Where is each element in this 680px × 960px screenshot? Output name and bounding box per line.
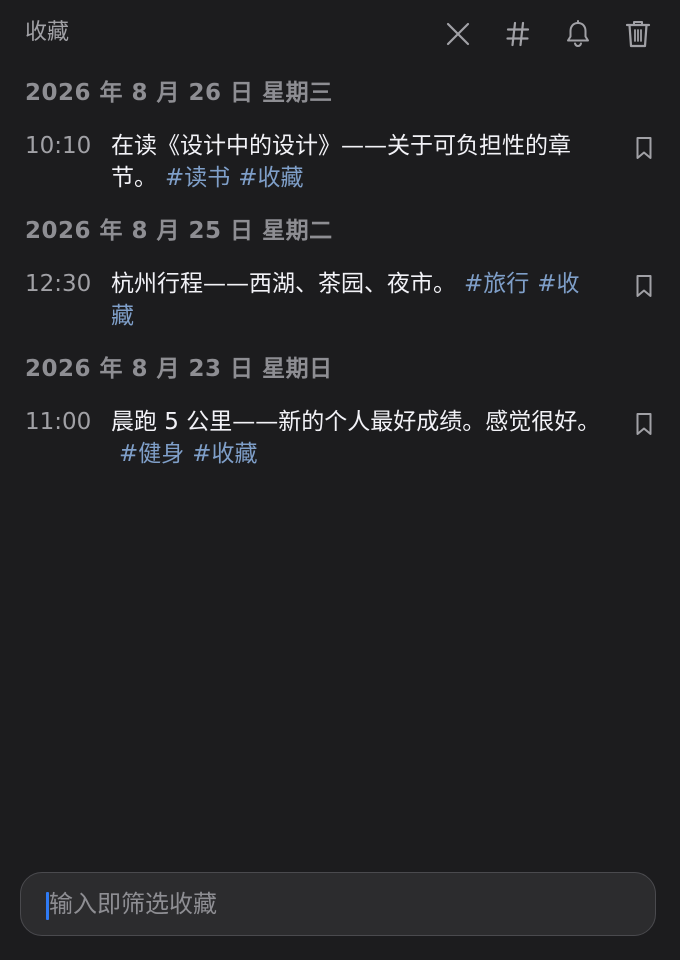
favorites-list: 2026 年 8 月 26 日 星期三 10:10 在读《设计中的设计》——关于… <box>0 72 680 486</box>
entry-time: 12:30 <box>25 271 92 297</box>
bookmark-button[interactable] <box>632 410 656 438</box>
tags-button[interactable] <box>500 16 536 52</box>
entry-time: 10:10 <box>25 133 92 159</box>
bookmark-button[interactable] <box>632 272 656 300</box>
entry-text: 杭州行程——西湖、茶园、夜市。 #旅行 #收藏 <box>111 268 601 332</box>
day-group: 2026 年 8 月 23 日 星期日 11:00 晨跑 5 公里——新的个人最… <box>0 348 680 486</box>
close-icon <box>446 22 470 46</box>
bookmark-button[interactable] <box>632 134 656 162</box>
entry-text: 晨跑 5 公里——新的个人最好成绩。感觉很好。 #健身 #收藏 <box>111 406 601 470</box>
day-group: 2026 年 8 月 25 日 星期二 12:30 杭州行程——西湖、茶园、夜市… <box>0 210 680 348</box>
tag-link[interactable]: #读书 <box>165 165 230 191</box>
tag-link[interactable]: #健身 <box>119 441 184 467</box>
entry-content: 晨跑 5 公里——新的个人最好成绩。感觉很好。 <box>111 409 601 435</box>
list-item[interactable]: 12:30 杭州行程——西湖、茶园、夜市。 #旅行 #收藏 <box>0 252 680 348</box>
day-heading: 2026 年 8 月 26 日 星期三 <box>25 80 333 106</box>
entry-time: 11:00 <box>25 409 92 435</box>
list-item[interactable]: 11:00 晨跑 5 公里——新的个人最好成绩。感觉很好。 #健身 #收藏 <box>0 390 680 486</box>
filter-input[interactable] <box>47 889 655 919</box>
bell-icon <box>567 20 589 48</box>
header: 收藏 <box>0 0 680 68</box>
day-heading: 2026 年 8 月 25 日 星期二 <box>25 218 333 244</box>
bookmark-icon <box>636 413 652 435</box>
favorites-window: 收藏 2026 年 8 月 26 日 星期三 10:10 在读《设计中的设计》—… <box>0 0 680 960</box>
day-group: 2026 年 8 月 26 日 星期三 10:10 在读《设计中的设计》——关于… <box>0 72 680 210</box>
list-item[interactable]: 10:10 在读《设计中的设计》——关于可负担性的章节。 #读书 #收藏 <box>0 114 680 210</box>
close-button[interactable] <box>440 16 476 52</box>
toolbar <box>416 16 656 52</box>
filter-bar <box>20 872 656 936</box>
text-caret <box>46 892 49 920</box>
notifications-button[interactable] <box>560 16 596 52</box>
tag-link[interactable]: #收藏 <box>192 441 257 467</box>
bookmark-icon <box>636 275 652 297</box>
hashtag-icon <box>506 21 530 47</box>
trash-icon <box>625 21 651 48</box>
entry-content: 杭州行程——西湖、茶园、夜市。 <box>111 271 456 297</box>
delete-button[interactable] <box>620 16 656 52</box>
tag-link[interactable]: #收藏 <box>238 165 303 191</box>
bookmark-icon <box>636 137 652 159</box>
page-title: 收藏 <box>25 20 70 45</box>
entry-text: 在读《设计中的设计》——关于可负担性的章节。 #读书 #收藏 <box>111 130 601 194</box>
day-heading: 2026 年 8 月 23 日 星期日 <box>25 356 333 382</box>
tag-link[interactable]: #旅行 <box>464 271 529 297</box>
